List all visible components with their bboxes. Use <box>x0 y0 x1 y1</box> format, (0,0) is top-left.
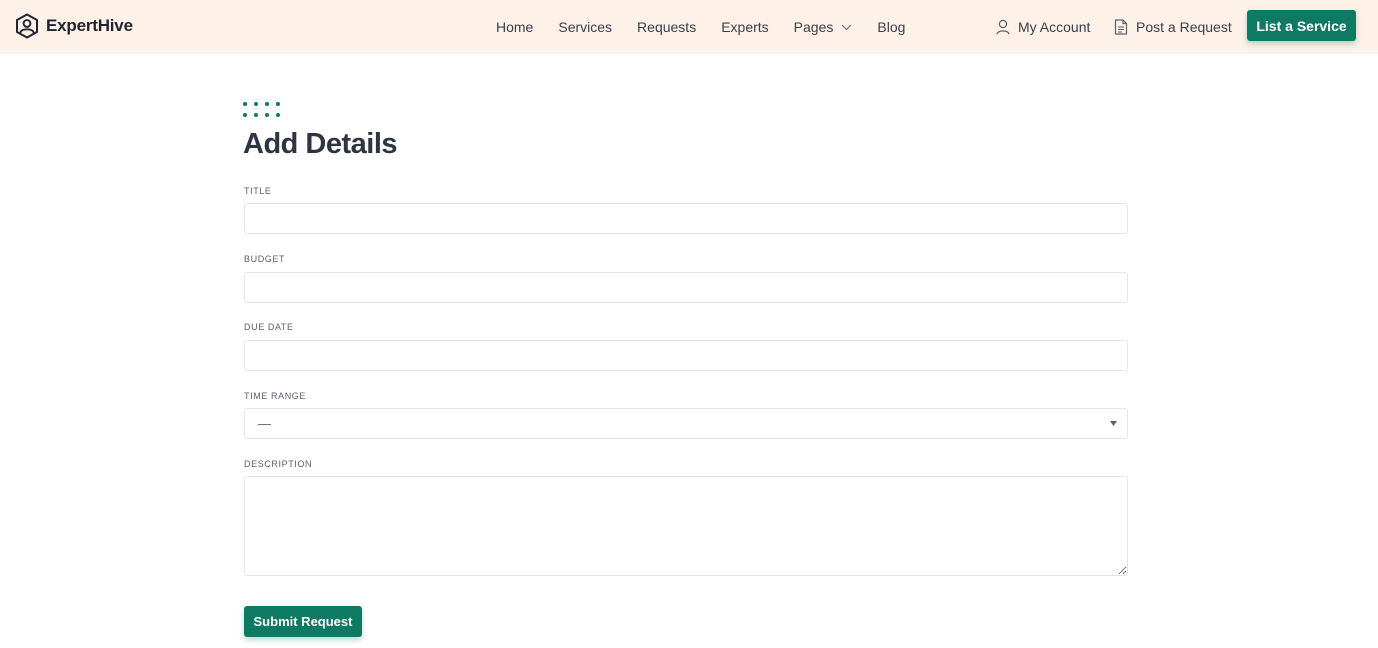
document-icon <box>1114 19 1128 35</box>
brand-link[interactable]: ExpertHive <box>15 12 133 40</box>
nav-item-pages[interactable]: Pages <box>794 19 853 35</box>
page-title: Add Details <box>243 128 398 160</box>
list-service-button[interactable]: List a Service <box>1247 10 1356 41</box>
nav-item-home[interactable]: Home <box>496 19 533 35</box>
submit-request-button[interactable]: Submit Request <box>244 606 362 637</box>
nav-item-requests[interactable]: Requests <box>637 19 696 35</box>
my-account-link[interactable]: My Account <box>996 0 1090 54</box>
post-request-label: Post a Request <box>1136 19 1232 35</box>
hexagon-user-logo-icon <box>16 13 38 39</box>
post-request-link[interactable]: Post a Request <box>1114 0 1232 54</box>
nav-item-services[interactable]: Services <box>558 19 612 35</box>
budget-input[interactable] <box>244 272 1128 303</box>
user-icon <box>996 19 1010 35</box>
time-range-selected-value: — <box>258 416 271 431</box>
title-label: Title <box>244 186 272 196</box>
decorative-dots-icon <box>243 102 283 120</box>
nav-item-blog[interactable]: Blog <box>877 19 905 35</box>
site-header: ExpertHive Home Services Requests Expert… <box>0 0 1378 54</box>
description-textarea[interactable] <box>244 476 1128 576</box>
nav-item-pages-label: Pages <box>793 19 834 35</box>
time-range-label: Time Range <box>244 391 307 401</box>
time-range-select[interactable]: — <box>244 408 1128 439</box>
title-input[interactable] <box>244 203 1128 234</box>
due-date-label: Due Date <box>244 322 294 332</box>
chevron-down-icon <box>841 24 852 30</box>
due-date-input[interactable] <box>244 340 1128 371</box>
main-nav: Home Services Requests Experts Pages Blo… <box>496 0 905 54</box>
budget-label: Budget <box>244 254 286 264</box>
my-account-label: My Account <box>1018 19 1091 35</box>
description-label: Description <box>244 459 313 469</box>
nav-item-experts[interactable]: Experts <box>721 19 768 35</box>
brand-name: ExpertHive <box>46 16 133 35</box>
caret-down-icon <box>1110 421 1117 426</box>
